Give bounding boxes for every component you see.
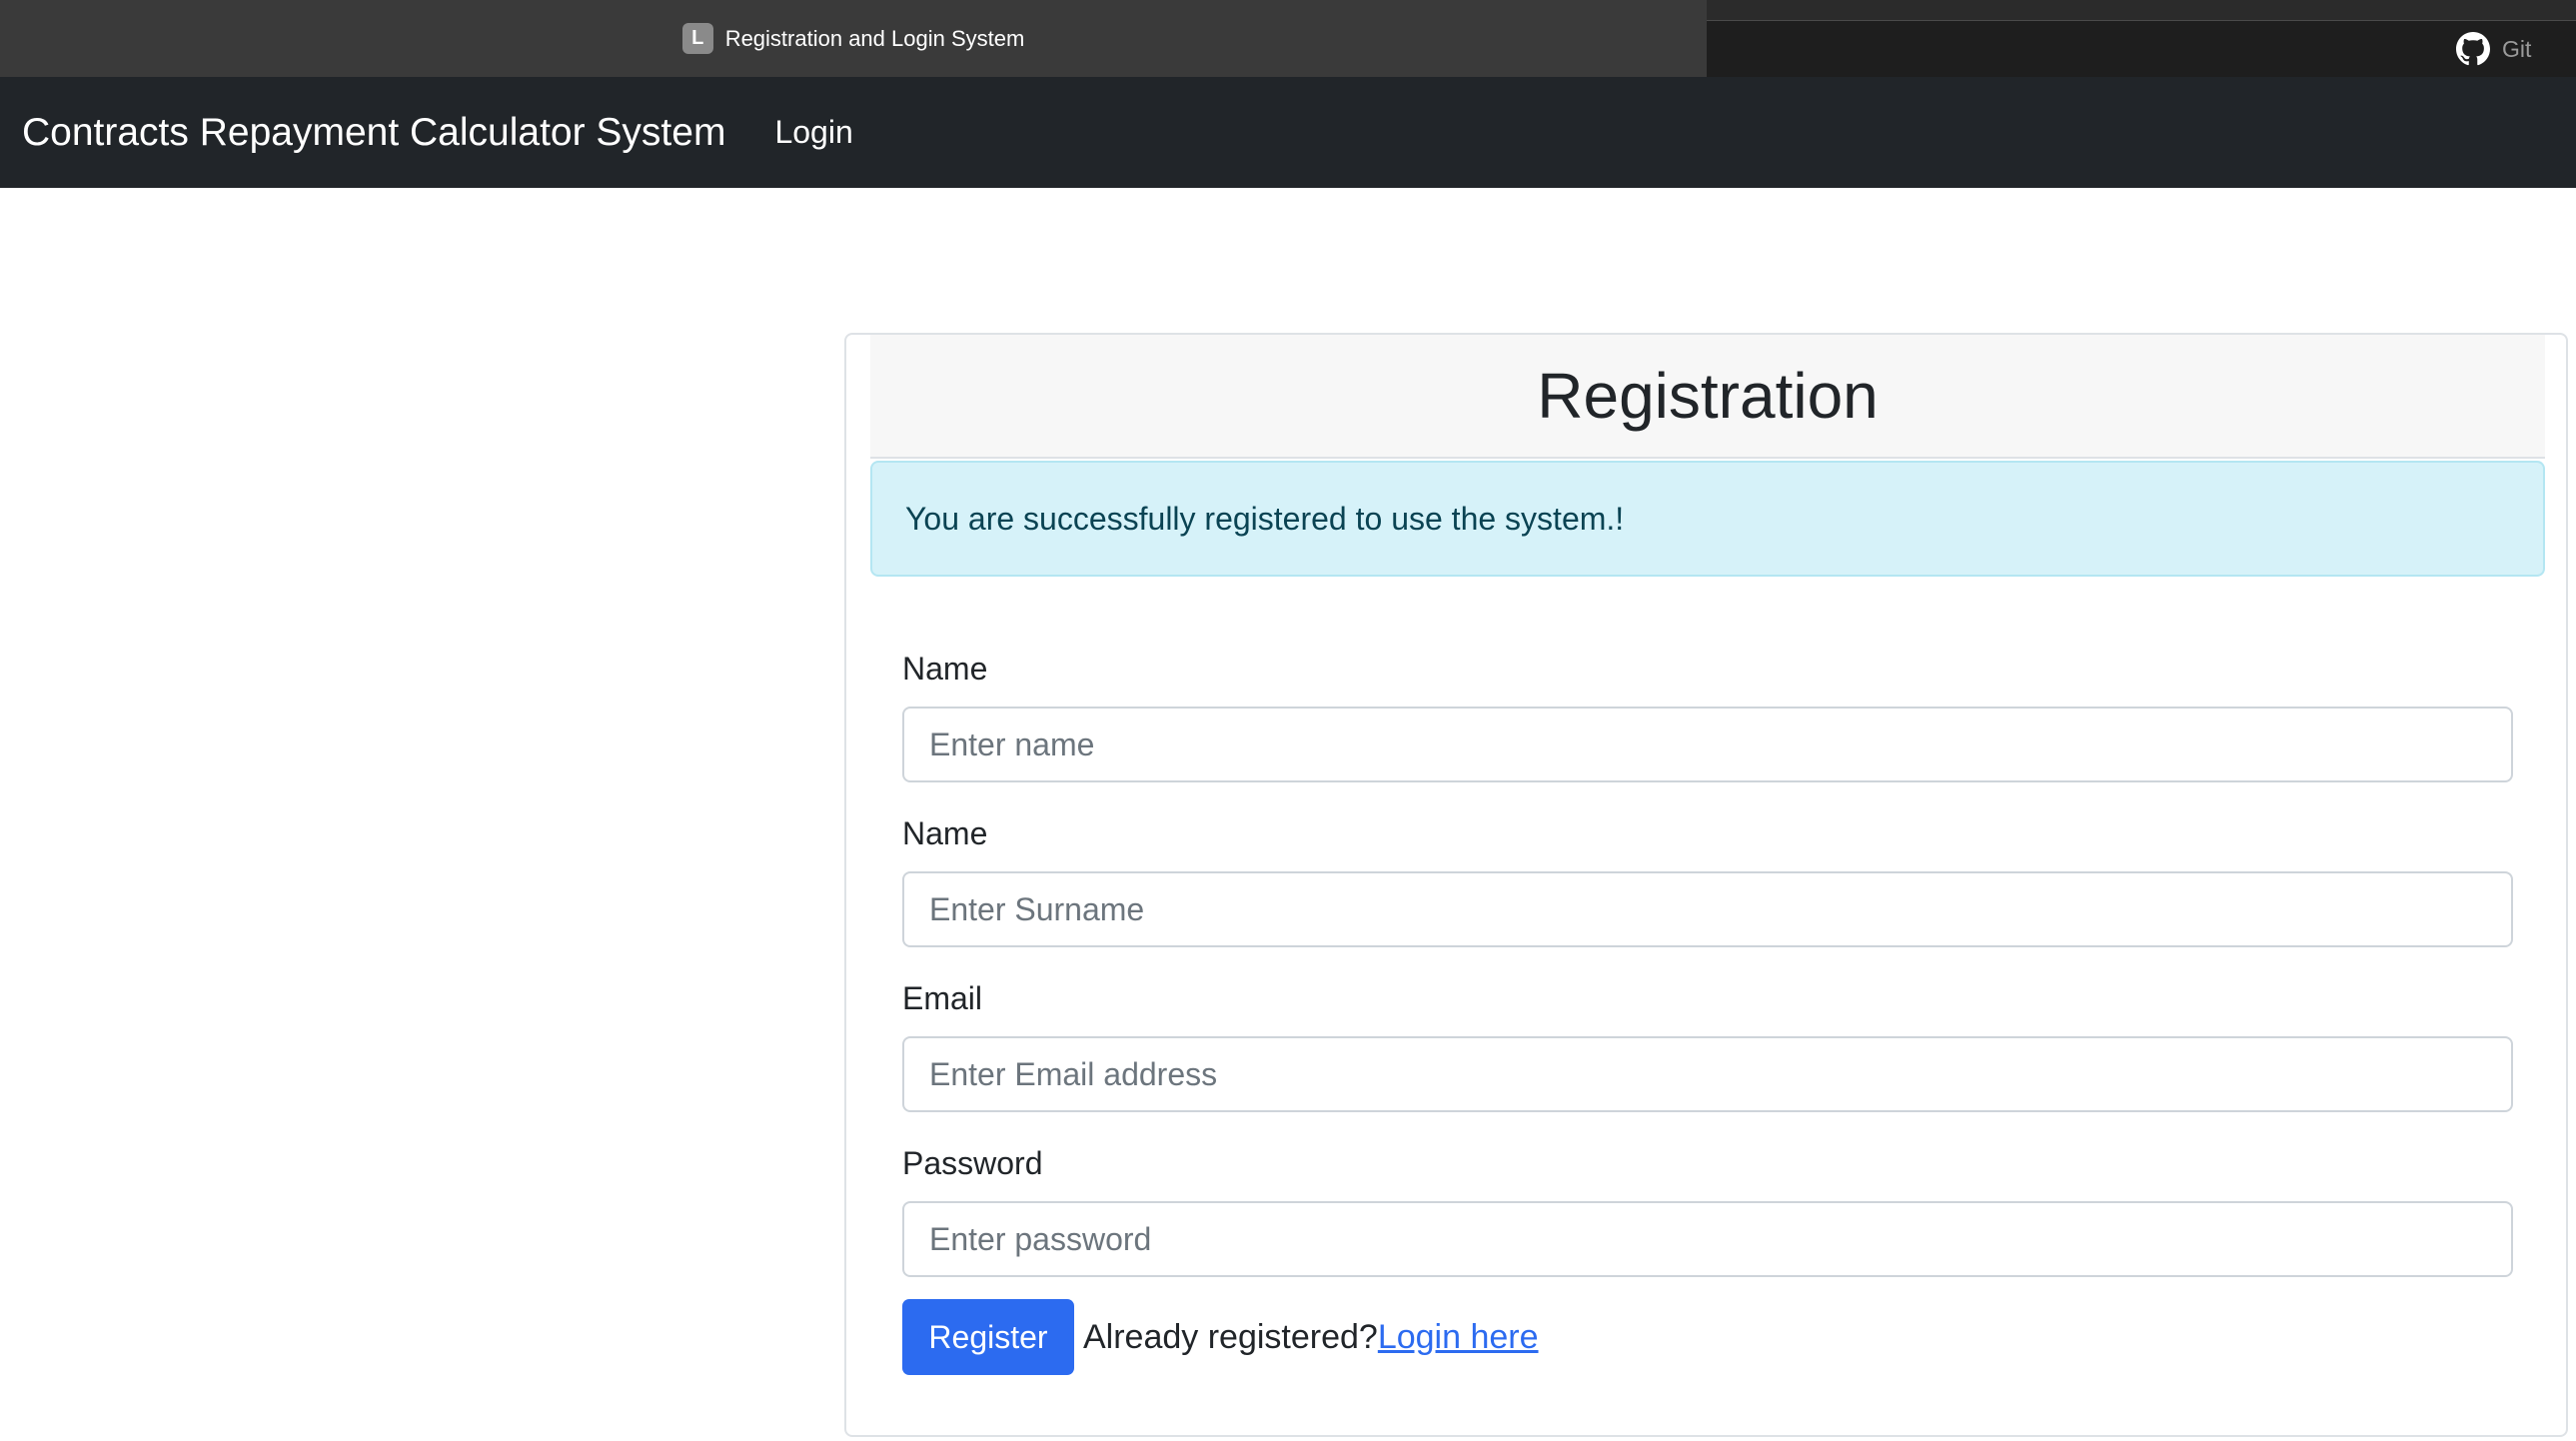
surname-label: Name	[902, 815, 988, 851]
navbar: Contracts Repayment Calculator System Lo…	[0, 77, 2576, 188]
already-registered-text: Already registered?	[1083, 1317, 1378, 1356]
name-input[interactable]	[902, 707, 2513, 782]
registration-card: Registration You are successfully regist…	[844, 333, 2568, 1437]
github-icon	[2456, 32, 2490, 66]
login-here-link[interactable]: Login here	[1378, 1318, 1539, 1357]
github-tab-label: Git	[2502, 35, 2532, 62]
email-label: Email	[902, 980, 983, 1016]
registration-form: Name Name Email Password Register Alread…	[902, 645, 2513, 1375]
password-label: Password	[902, 1145, 1043, 1181]
password-input[interactable]	[902, 1201, 2513, 1277]
browser-tab-inactive[interactable]	[1707, 20, 2576, 77]
nav-login-link[interactable]: Login	[774, 114, 852, 151]
surname-input[interactable]	[902, 871, 2513, 947]
form-actions: Register Already registered? Login here	[902, 1299, 2513, 1375]
navbar-brand[interactable]: Contracts Repayment Calculator System	[22, 111, 725, 155]
success-alert: You are successfully registered to use t…	[870, 461, 2545, 577]
tab-favicon-icon: L	[681, 23, 713, 54]
name-label: Name	[902, 651, 988, 687]
card-header: Registration	[870, 335, 2545, 459]
browser-tab-github[interactable]: Git	[2456, 32, 2531, 66]
page-title: Registration	[1537, 360, 1879, 432]
email-input[interactable]	[902, 1036, 2513, 1112]
tab-title: Registration and Login System	[724, 25, 1025, 51]
success-alert-message: You are successfully registered to use t…	[905, 500, 1625, 537]
browser-tab-active[interactable]: L Registration and Login System	[0, 0, 1707, 77]
register-button[interactable]: Register	[902, 1299, 1074, 1375]
browser-tab-strip: L Registration and Login System Git	[0, 0, 2576, 77]
